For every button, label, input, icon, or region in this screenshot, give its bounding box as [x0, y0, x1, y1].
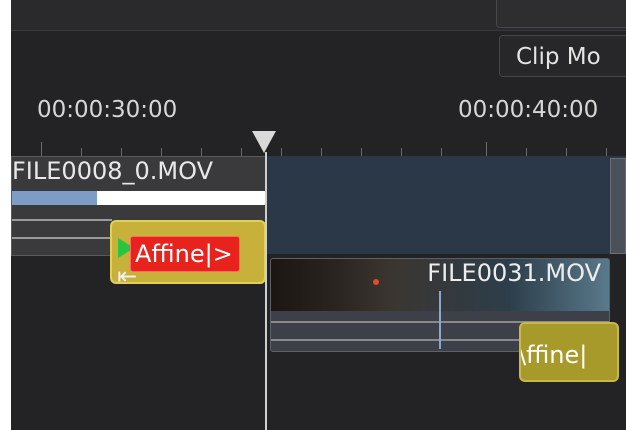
ruler-tick	[201, 148, 202, 156]
ruler-tick	[441, 148, 442, 156]
playhead-icon[interactable]	[252, 131, 276, 153]
ruler-tick	[321, 148, 322, 156]
clip-thumbnail-bar	[12, 191, 267, 205]
playhead-line[interactable]	[265, 152, 267, 430]
resize-cursor-icon: ⇤	[117, 262, 138, 290]
ruler-tick	[401, 148, 402, 156]
top-toolbar	[11, 0, 626, 31]
timeline-window: Clip Mo 00:00:30:00 00:00:40:00 FILE0008…	[0, 0, 626, 430]
ruler-tick	[41, 142, 42, 156]
effect-label: Affine|>	[130, 236, 240, 272]
left-strip	[0, 0, 11, 430]
tab-clip-monitor[interactable]: Clip Mo	[499, 35, 626, 77]
timeline-panel: Clip Mo 00:00:30:00 00:00:40:00 FILE0008…	[11, 0, 626, 430]
ruler-tick	[121, 148, 122, 156]
ruler-tick	[606, 148, 607, 156]
clip-title: FILE0008_0.MOV	[12, 157, 213, 185]
timeline-ruler[interactable]: 00:00:30:00 00:00:40:00	[11, 80, 626, 156]
tab-clip-monitor-label: Clip Mo	[516, 44, 601, 70]
ruler-tick	[161, 148, 162, 156]
clip-partial[interactable]	[610, 158, 626, 254]
timecode-label: 00:00:40:00	[458, 97, 599, 123]
clip-selection-highlight	[12, 191, 97, 205]
audio-waveform	[12, 219, 112, 221]
affine-effect-composition[interactable]: \ffine|	[519, 322, 619, 382]
clip-title: FILE0031.MOV	[427, 259, 601, 287]
ruler-tick	[361, 148, 362, 156]
ruler-tick	[566, 148, 567, 156]
toolbar-button[interactable]	[496, 0, 626, 28]
clip-marker	[439, 291, 441, 349]
audio-waveform	[12, 237, 112, 239]
ruler-tick	[526, 148, 527, 156]
timecode-label: 00:00:30:00	[37, 97, 178, 123]
ruler-tick	[241, 148, 242, 156]
ruler-tick	[281, 148, 282, 156]
effect-label: \ffine|	[519, 341, 588, 369]
thumbnail-light	[373, 279, 379, 285]
ruler-tick	[486, 142, 487, 156]
ruler-tick	[81, 148, 82, 156]
